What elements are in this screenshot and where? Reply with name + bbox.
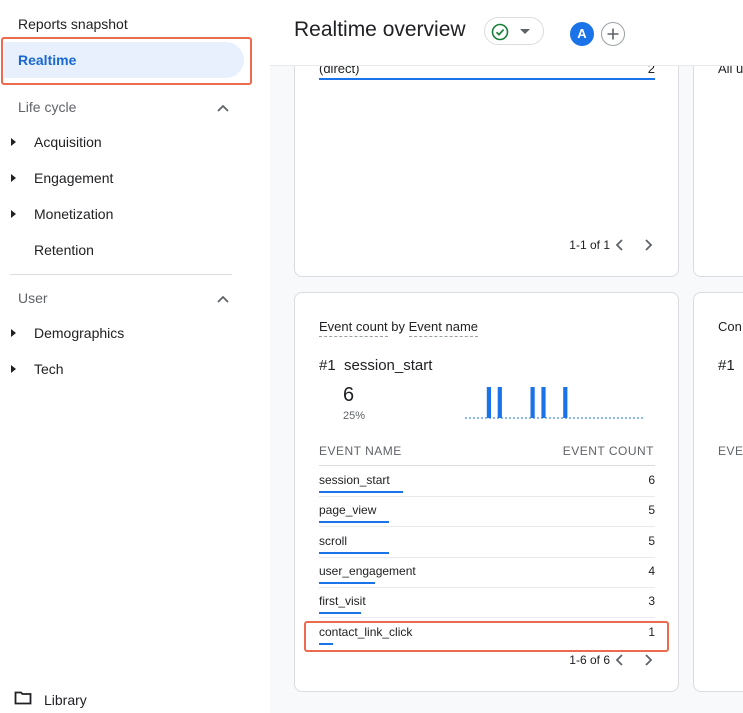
- sparkline-bar: [530, 387, 535, 418]
- event-share-bar: [319, 491, 403, 493]
- table-row[interactable]: session_start 6: [319, 467, 655, 497]
- column-header: EVE: [718, 444, 743, 458]
- chevron-left-icon[interactable]: [615, 654, 625, 666]
- conversions-card-partial: Con #1 EVE: [693, 292, 743, 692]
- sidebar-item-monetization[interactable]: Monetization: [0, 197, 254, 233]
- expand-arrow-icon: [11, 329, 16, 337]
- chevron-left-icon[interactable]: [615, 239, 625, 251]
- card-title[interactable]: Event count by Event name: [319, 319, 479, 337]
- sidebar-item-library[interactable]: Library: [14, 690, 87, 711]
- event-count: 5: [648, 533, 655, 548]
- main-content: Realtime overview A (direct) 2 1-1 of 1: [270, 0, 743, 713]
- sidebar-item-acquisition[interactable]: Acquisition: [0, 125, 254, 161]
- event-count: 4: [648, 563, 655, 578]
- sidebar-item-label: Engagement: [34, 170, 114, 186]
- check-circle-icon: [491, 23, 509, 41]
- section-life-cycle[interactable]: Life cycle: [18, 99, 76, 115]
- event-sparkline: [465, 387, 645, 419]
- metric-selector[interactable]: Event count: [319, 319, 388, 337]
- sparkline-bar: [486, 387, 491, 418]
- table-row[interactable]: scroll 5: [319, 528, 655, 558]
- sidebar-reports-snapshot[interactable]: Reports snapshot: [18, 16, 128, 32]
- add-comparison-button[interactable]: [601, 22, 625, 46]
- row-bar: [319, 78, 655, 80]
- top-event-percent: 25%: [343, 410, 366, 422]
- page-title: Realtime overview: [294, 18, 466, 41]
- table-row[interactable]: page_view 5: [319, 497, 655, 528]
- table-row[interactable]: first_visit 3: [319, 588, 655, 619]
- event-count: 6: [648, 473, 655, 487]
- pagination: 1-1 of 1: [515, 238, 610, 252]
- sidebar-item-label: Retention: [34, 242, 94, 258]
- sidebar-divider: [10, 274, 232, 275]
- avatar[interactable]: A: [570, 22, 594, 46]
- sidebar-item-label: Acquisition: [34, 134, 102, 150]
- chevron-right-icon[interactable]: [643, 654, 653, 666]
- table-row[interactable]: user_engagement 4: [319, 558, 655, 588]
- event-name: user_engagement: [319, 563, 416, 578]
- pagination-text: 1-1 of 1: [569, 238, 610, 252]
- sidebar-item-tech[interactable]: Tech: [0, 352, 254, 388]
- sidebar-item-label: Monetization: [34, 206, 114, 222]
- event-share-bar: [319, 521, 389, 524]
- event-name: page_view: [319, 503, 377, 518]
- expand-arrow-icon: [11, 138, 16, 146]
- expand-arrow-icon: [11, 365, 16, 373]
- page-header: Realtime overview A: [270, 0, 743, 66]
- event-count: 5: [648, 503, 655, 518]
- sparkline-bar: [497, 387, 502, 418]
- column-header-event-name[interactable]: EVENT NAME: [319, 444, 402, 458]
- event-name: scroll: [319, 533, 348, 548]
- traffic-source-card: (direct) 2 1-1 of 1: [294, 40, 679, 277]
- column-header-event-count[interactable]: EVENT COUNT: [563, 444, 654, 458]
- top-event-heading: #1 session_start: [319, 357, 432, 374]
- plus-icon: [607, 28, 619, 40]
- folder-icon: [14, 691, 32, 705]
- sidebar-item-engagement[interactable]: Engagement: [0, 161, 254, 197]
- chevron-up-icon[interactable]: [216, 101, 230, 115]
- sidebar-item-label: Tech: [34, 361, 64, 377]
- section-user[interactable]: User: [18, 290, 48, 306]
- event-count: 3: [648, 594, 655, 609]
- dimension-selector[interactable]: Event name: [408, 319, 479, 337]
- expand-arrow-icon: [11, 210, 16, 218]
- highlight-box-contact-link-click: [304, 621, 669, 652]
- expand-arrow-icon: [11, 174, 16, 182]
- sidebar-item-demographics[interactable]: Demographics: [0, 316, 254, 352]
- header-divider: [319, 465, 655, 466]
- chevron-right-icon[interactable]: [643, 239, 653, 251]
- pagination-text: 1-6 of 6: [569, 653, 610, 667]
- event-share-bar: [319, 612, 361, 615]
- dropdown-arrow-icon: [520, 29, 530, 34]
- rank-number: #1: [319, 357, 336, 374]
- chevron-up-icon[interactable]: [216, 292, 230, 306]
- event-share-bar: [319, 551, 389, 554]
- top-event-name: session_start: [344, 357, 433, 374]
- rank-number: #1: [718, 357, 735, 374]
- event-share-bar: [319, 581, 375, 584]
- sidebar-item-label: Demographics: [34, 325, 125, 341]
- sidebar: Reports snapshot Realtime Life cycle Acq…: [0, 0, 254, 713]
- sparkline-bar: [563, 387, 568, 418]
- event-name: session_start: [319, 473, 390, 487]
- sidebar-item-label: Library: [44, 692, 87, 708]
- title-by: by: [391, 319, 406, 334]
- users-card-partial: All u: [693, 40, 743, 277]
- top-event-value: 6: [343, 384, 355, 406]
- sparkline-bar: [541, 387, 546, 418]
- pagination: 1-6 of 6: [515, 653, 610, 667]
- card-title: Con: [718, 319, 742, 334]
- sidebar-item-retention[interactable]: Retention: [0, 233, 254, 269]
- highlight-box-realtime: [1, 37, 252, 85]
- data-status-dropdown[interactable]: [484, 17, 544, 45]
- event-name: first_visit: [319, 594, 366, 609]
